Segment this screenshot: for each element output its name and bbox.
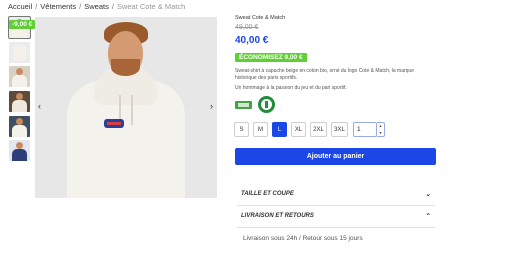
brand-logo-patch xyxy=(104,119,124,128)
quantity-stepper[interactable]: ▲ ▼ xyxy=(377,122,385,137)
product-info: Sweat Cote & Match 49,00 € 40,00 € ÉCONO… xyxy=(235,15,440,91)
divider xyxy=(237,227,435,228)
breadcrumb-home-link[interactable]: Accueil xyxy=(8,2,32,11)
thumbnail-6[interactable] xyxy=(9,140,30,162)
breadcrumb-sweats-link[interactable]: Sweats xyxy=(84,2,109,11)
hoodie-drawstring xyxy=(131,95,133,125)
old-price: 49,00 € xyxy=(235,24,259,31)
savings-badge: ÉCONOMISEZ 9,00 € xyxy=(235,53,307,62)
quantity-input[interactable]: 1 xyxy=(353,122,377,137)
breadcrumb-vetements-link[interactable]: Vêtements xyxy=(40,2,76,11)
chevron-up-icon[interactable]: ▲ xyxy=(379,124,382,128)
chevron-down-icon[interactable]: ▼ xyxy=(379,131,382,135)
product-description: Sweat-shirt à capuche beige en coton bio… xyxy=(235,68,414,81)
delivery-info: Livraison sous 24h / Retour sous 15 jour… xyxy=(243,235,363,242)
product-tagline: Un hommage à la passion du jeu et du par… xyxy=(235,85,347,91)
thumbnail-5[interactable] xyxy=(9,115,30,137)
size-selector: S M L XL 2XL 3XL 1 ▲ ▼ xyxy=(234,122,385,137)
chevron-up-icon: ⌃ xyxy=(425,213,431,220)
next-image-arrow-icon[interactable]: › xyxy=(210,101,213,111)
prev-image-arrow-icon[interactable]: ‹ xyxy=(38,101,41,111)
accordion-size-fit[interactable]: TAILLE ET COUPE ⌄ xyxy=(241,190,431,198)
thumbnail-gallery xyxy=(8,16,31,165)
organic-cotton-icon xyxy=(235,100,252,109)
size-option-l[interactable]: L xyxy=(272,122,287,137)
size-option-m[interactable]: M xyxy=(253,122,268,137)
thumbnail-2[interactable] xyxy=(9,41,30,63)
chevron-down-icon: ⌄ xyxy=(425,191,431,198)
breadcrumb-separator: / xyxy=(35,2,38,11)
accordion-title: TAILLE ET COUPE xyxy=(241,191,294,197)
product-main-image[interactable]: ‹ › xyxy=(35,17,217,198)
breadcrumb-separator: / xyxy=(79,2,82,11)
accordion-delivery-returns[interactable]: LIVRAISON ET RETOURS ⌃ xyxy=(241,212,431,220)
accordion-title: LIVRAISON ET RETOURS xyxy=(241,213,314,219)
divider xyxy=(237,205,435,206)
discount-badge: -9,00 € xyxy=(9,20,36,29)
add-to-cart-button[interactable]: Ajouter au panier xyxy=(235,148,436,165)
size-option-xl[interactable]: XL xyxy=(291,122,306,137)
certification-icons xyxy=(235,96,275,113)
current-price: 40,00 € xyxy=(235,35,269,46)
breadcrumb-separator: / xyxy=(111,2,114,11)
size-option-3xl[interactable]: 3XL xyxy=(331,122,348,137)
eco-label-icon xyxy=(258,96,275,113)
size-option-2xl[interactable]: 2XL xyxy=(310,122,327,137)
size-option-s[interactable]: S xyxy=(234,122,249,137)
model-beard xyxy=(111,59,140,76)
product-title: Sweat Cote & Match xyxy=(235,15,286,21)
breadcrumb: Accueil / Vêtements / Sweats / Sweat Cot… xyxy=(8,1,185,12)
thumbnail-4[interactable] xyxy=(9,91,30,113)
breadcrumb-current: Sweat Cote & Match xyxy=(116,2,186,11)
thumbnail-3[interactable] xyxy=(9,66,30,88)
